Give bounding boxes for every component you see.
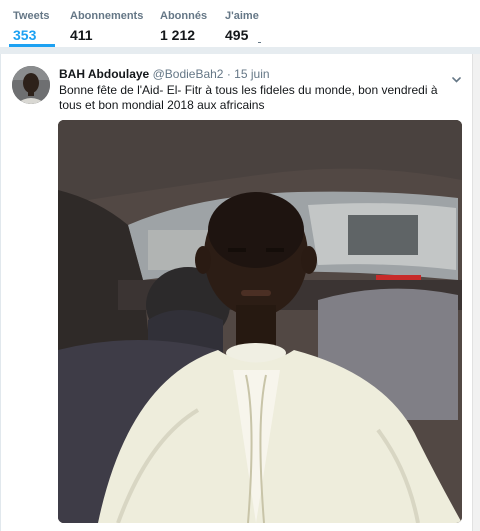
stat-label: Abonnés <box>160 10 208 22</box>
separator-dot: · <box>226 67 231 81</box>
tweet-photo[interactable] <box>58 120 462 523</box>
photo-image <box>58 120 462 523</box>
tweet-date[interactable]: 15 juin <box>234 67 269 81</box>
stat-followers[interactable]: Abonnés 1 212 <box>160 10 207 43</box>
stat-label: Tweets <box>13 10 50 22</box>
stat-tweets[interactable]: Tweets 353 <box>8 10 57 47</box>
tweet-card[interactable]: BAH Abdoulaye @BodieBah2 · 15 juin Bonne… <box>0 54 475 531</box>
tweet-header: BAH Abdoulaye @BodieBah2 · 15 juin <box>59 67 270 81</box>
avatar[interactable] <box>12 66 50 104</box>
avatar-image <box>12 66 50 104</box>
stat-following[interactable]: Abonnements 411 <box>70 10 143 43</box>
stat-value: 353 <box>13 27 37 43</box>
divider-mark <box>258 42 261 43</box>
profile-stats-bar: Tweets 353 Abonnements 411 Abonnés 1 212… <box>0 0 480 48</box>
tweet-text: Bonne fête de l'Aid- El- Fitr à tous les… <box>59 83 438 112</box>
stat-likes[interactable]: J'aime 495 <box>225 10 259 43</box>
chevron-down-icon[interactable] <box>452 70 461 83</box>
author-name[interactable]: BAH Abdoulaye <box>59 67 149 81</box>
stat-value: 495 <box>225 27 249 43</box>
scrollbar[interactable] <box>472 54 480 531</box>
stat-value: 1 212 <box>160 27 196 43</box>
stat-value: 411 <box>70 27 93 43</box>
author-handle[interactable]: @BodieBah2 <box>153 67 224 81</box>
stat-label: Abonnements <box>70 10 144 22</box>
stat-label: J'aime <box>225 10 259 22</box>
